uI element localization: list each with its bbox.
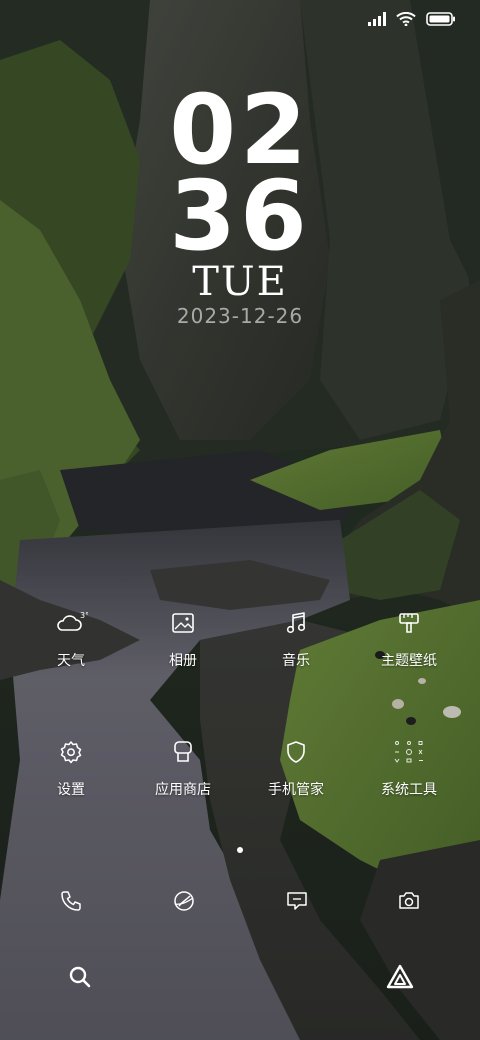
app-security[interactable]: 手机管家 — [241, 737, 351, 799]
cloud-icon: 3° — [16, 608, 126, 638]
clock-weekday: TUE — [192, 259, 288, 305]
wifi-icon — [396, 12, 416, 26]
app-label: 主题壁纸 — [381, 653, 437, 669]
assistant-icon[interactable] — [380, 962, 420, 992]
app-label: 应用商店 — [155, 782, 211, 798]
clock-minutes: 36 — [169, 160, 311, 272]
status-bar — [368, 12, 456, 26]
music-note-icon — [241, 608, 351, 638]
app-music[interactable]: 音乐 — [241, 608, 351, 670]
weather-badge: 3° — [80, 611, 88, 620]
battery-icon — [426, 12, 456, 26]
app-settings[interactable]: 设置 — [16, 737, 126, 799]
gear-icon — [16, 737, 126, 767]
picture-icon — [128, 608, 238, 638]
phone-icon[interactable] — [51, 886, 91, 916]
app-store[interactable]: 应用商店 — [128, 737, 238, 799]
message-icon[interactable] — [277, 886, 317, 916]
store-icon — [128, 737, 238, 767]
app-gallery[interactable]: 相册 — [128, 608, 238, 670]
app-themes[interactable]: 主题壁纸 — [354, 608, 464, 670]
app-label: 设置 — [57, 782, 85, 798]
app-label: 天气 — [57, 653, 85, 669]
clock-date: 2023-12-26 — [176, 304, 304, 328]
page-indicator-dot — [237, 847, 243, 853]
paint-brush-icon — [354, 608, 464, 638]
camera-icon[interactable] — [389, 886, 429, 916]
app-label: 相册 — [169, 653, 197, 669]
app-system-tools[interactable]: 系统工具 — [354, 737, 464, 799]
app-label: 音乐 — [282, 653, 310, 669]
app-label: 手机管家 — [268, 782, 324, 798]
app-label: 系统工具 — [381, 782, 437, 798]
search-icon[interactable] — [60, 962, 100, 992]
shield-icon — [241, 737, 351, 767]
app-weather[interactable]: 3° 天气 — [16, 608, 126, 670]
lock-screen: 02 36 TUE 2023-12-26 3° 天气 相册 音乐 主题壁纸 设置… — [0, 0, 480, 1040]
signal-icon — [368, 12, 386, 26]
tools-folder-icon — [354, 737, 464, 767]
browser-icon[interactable] — [164, 886, 204, 916]
